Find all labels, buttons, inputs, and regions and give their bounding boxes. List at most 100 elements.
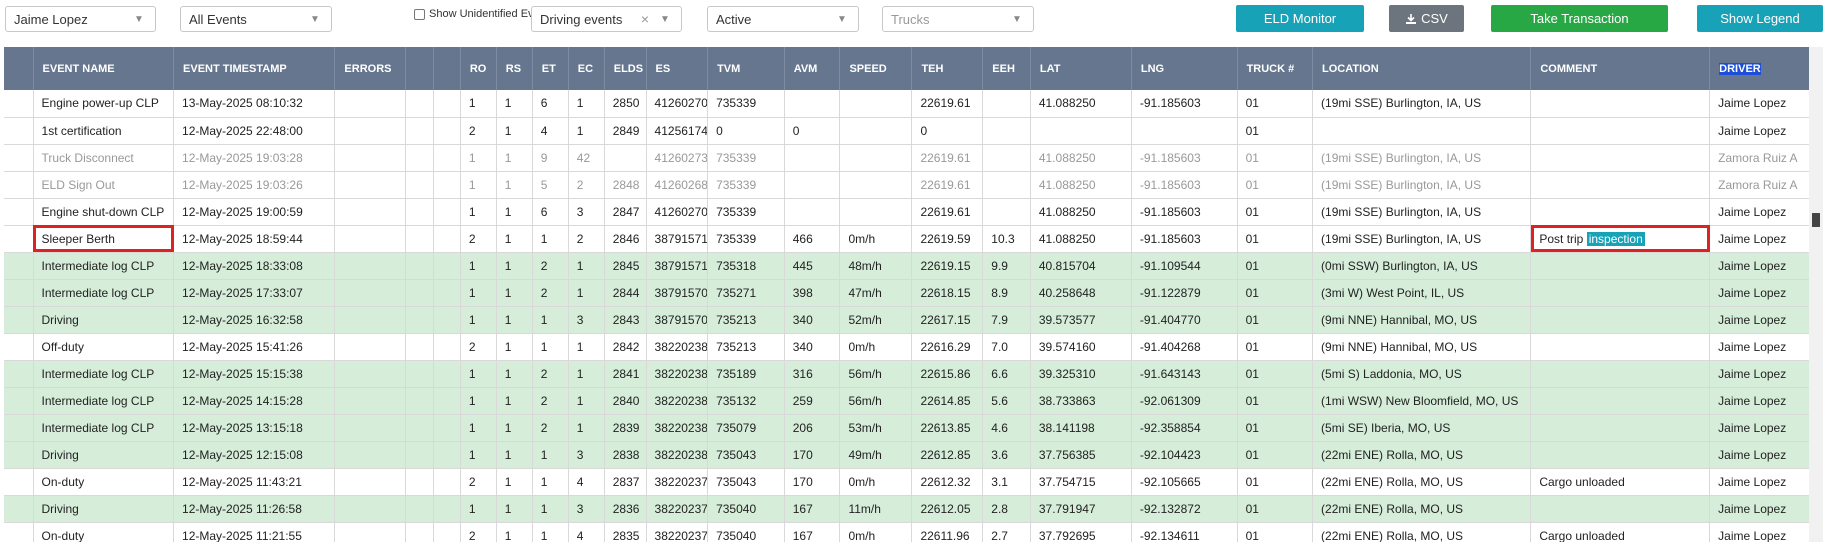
cell-value: 2 [540, 393, 548, 408]
cell-value: 37.792695 [1038, 528, 1096, 542]
table-cell: Intermediate log CLP [33, 387, 175, 415]
cell-value: 41260268 [654, 177, 708, 192]
column-header[interactable]: RO [460, 47, 497, 90]
event-type-select[interactable]: Driving events × ▼ [531, 6, 682, 32]
table-row[interactable]: Driving 12-May-2025 12:15:08 1 1 1 3 2838 38220… [4, 441, 1823, 469]
column-header[interactable]: SPEED [839, 47, 913, 90]
table-cell: 01 [1237, 90, 1314, 118]
table-row[interactable]: Intermediate log CLP 12-May-2025 14:15:28… [4, 387, 1823, 415]
column-header[interactable]: AVM [784, 47, 841, 90]
table-row[interactable]: Intermediate log CLP 12-May-2025 18:33:08… [4, 252, 1823, 280]
column-header[interactable]: COMMENT [1530, 47, 1711, 90]
table-cell: 167 [784, 522, 841, 542]
take-transaction-button[interactable]: Take Transaction [1491, 5, 1668, 32]
table-cell [433, 522, 461, 542]
table-cell [982, 117, 1031, 145]
column-header[interactable]: ET [532, 47, 569, 90]
table-cell: 01 [1237, 144, 1314, 172]
column-header[interactable] [405, 47, 435, 90]
driver-select[interactable]: Jaime Lopez ▼ [5, 6, 156, 32]
column-header[interactable]: LOCATION [1312, 47, 1532, 90]
column-header[interactable]: ES [646, 47, 709, 90]
table-cell [4, 468, 34, 496]
trucks-select[interactable]: Trucks ▼ [882, 6, 1034, 32]
column-header[interactable]: ERRORS [334, 47, 407, 90]
table-cell [334, 171, 407, 199]
table-cell: Truck Disconnect [33, 144, 175, 172]
table-cell [405, 441, 435, 469]
cell-value: 1 [504, 501, 512, 516]
column-header[interactable]: ELDS [604, 47, 647, 90]
table-cell: 01 [1237, 468, 1314, 496]
vertical-scrollbar[interactable] [1809, 47, 1823, 542]
cell-value: 1 [576, 258, 584, 273]
table-cell [4, 441, 34, 469]
table-cell [334, 468, 407, 496]
show-legend-button[interactable]: Show Legend [1697, 5, 1823, 32]
column-header[interactable] [4, 47, 34, 90]
cell-value: 12-May-2025 15:15:38 [182, 366, 303, 381]
column-header[interactable]: TVM [707, 47, 785, 90]
events-select[interactable]: All Events ▼ [180, 6, 332, 32]
table-row[interactable]: Intermediate log CLP 12-May-2025 13:15:18… [4, 414, 1823, 442]
table-cell [4, 144, 34, 172]
table-row[interactable]: Truck Disconnect 12-May-2025 19:03:28 1 1 9 4… [4, 144, 1823, 172]
table-row[interactable]: Intermediate log CLP 12-May-2025 17:33:07… [4, 279, 1823, 307]
cell-value: 01 [1245, 123, 1259, 138]
column-header[interactable]: EVENT NAME [33, 47, 175, 90]
csv-button[interactable]: CSV [1389, 5, 1464, 32]
table-cell: 2 [460, 522, 497, 542]
cell-value: 22611.96 [920, 528, 970, 542]
table-row[interactable]: Engine shut-down CLP 12-May-2025 19:00:59… [4, 198, 1823, 226]
table-cell: 1 [532, 333, 569, 361]
table-row[interactable]: Intermediate log CLP 12-May-2025 15:15:38… [4, 360, 1823, 388]
table-cell: 3.1 [982, 468, 1031, 496]
table-cell [405, 90, 435, 118]
table-cell: Sleeper Berth [33, 225, 175, 253]
table-cell: 38791570 [646, 306, 709, 334]
table-row[interactable]: Driving 12-May-2025 11:26:58 1 1 1 3 2836 38220… [4, 495, 1823, 523]
table-row[interactable]: 1st certification 12-May-2025 22:48:00 2 1 4… [4, 117, 1823, 145]
column-header[interactable]: EC [568, 47, 605, 90]
table-row[interactable]: On-duty 12-May-2025 11:21:55 2 1 1 4 2835 38220… [4, 522, 1823, 542]
table-row[interactable]: Engine power-up CLP 13-May-2025 08:10:32 1… [4, 90, 1823, 118]
cell-value: 38220238 [654, 447, 708, 462]
table-row[interactable]: On-duty 12-May-2025 11:43:21 2 1 1 4 2837 38220… [4, 468, 1823, 496]
column-header[interactable] [433, 47, 461, 90]
column-header[interactable]: LAT [1030, 47, 1132, 90]
cell-value: 5.6 [991, 393, 1008, 408]
cell-value: 41260270 [654, 96, 708, 111]
cell-value: 2 [468, 474, 476, 489]
clear-icon[interactable]: × [641, 11, 649, 27]
cell-value: 12-May-2025 13:15:18 [182, 420, 303, 435]
cell-value: 2845 [612, 258, 640, 273]
chevron-down-icon: ▼ [310, 13, 320, 25]
table-row[interactable]: ELD Sign Out 12-May-2025 19:03:26 1 1 5 2 2848… [4, 171, 1823, 199]
table-cell: 01 [1237, 252, 1314, 280]
scrollbar-thumb[interactable] [1812, 213, 1820, 227]
column-header[interactable]: RS [496, 47, 533, 90]
cell-value: 41.088250 [1038, 96, 1096, 111]
status-select[interactable]: Active ▼ [707, 6, 859, 32]
table-cell [405, 171, 435, 199]
table-cell [334, 522, 407, 542]
table-row[interactable]: Sleeper Berth 12-May-2025 18:59:44 2 1 1 2 284… [4, 225, 1823, 253]
column-header[interactable]: TRUCK # [1237, 47, 1314, 90]
column-header[interactable]: TEH [911, 47, 984, 90]
table-cell: 735040 [707, 522, 785, 542]
cell-value: 42 [576, 150, 591, 165]
column-header[interactable]: EEH [982, 47, 1031, 90]
column-header[interactable]: DRIVER [1709, 47, 1823, 90]
cell-value: Jaime Lopez [1718, 123, 1787, 138]
table-cell: 22616.29 [911, 333, 984, 361]
table-row[interactable]: Off-duty 12-May-2025 15:41:26 2 1 1 1 2842 3822… [4, 333, 1823, 361]
table-cell [334, 90, 407, 118]
table-cell [433, 117, 461, 145]
table-cell: (19mi SSE) Burlington, IA, US [1312, 90, 1532, 118]
cell-value: Driving [41, 501, 79, 516]
checkbox-icon[interactable] [414, 8, 425, 20]
column-header[interactable]: EVENT TIMESTAMP [173, 47, 336, 90]
table-row[interactable]: Driving 12-May-2025 16:32:58 1 1 1 3 2843 38791… [4, 306, 1823, 334]
column-header[interactable]: LNG [1131, 47, 1238, 90]
eld-monitor-button[interactable]: ELD Monitor [1236, 5, 1364, 32]
